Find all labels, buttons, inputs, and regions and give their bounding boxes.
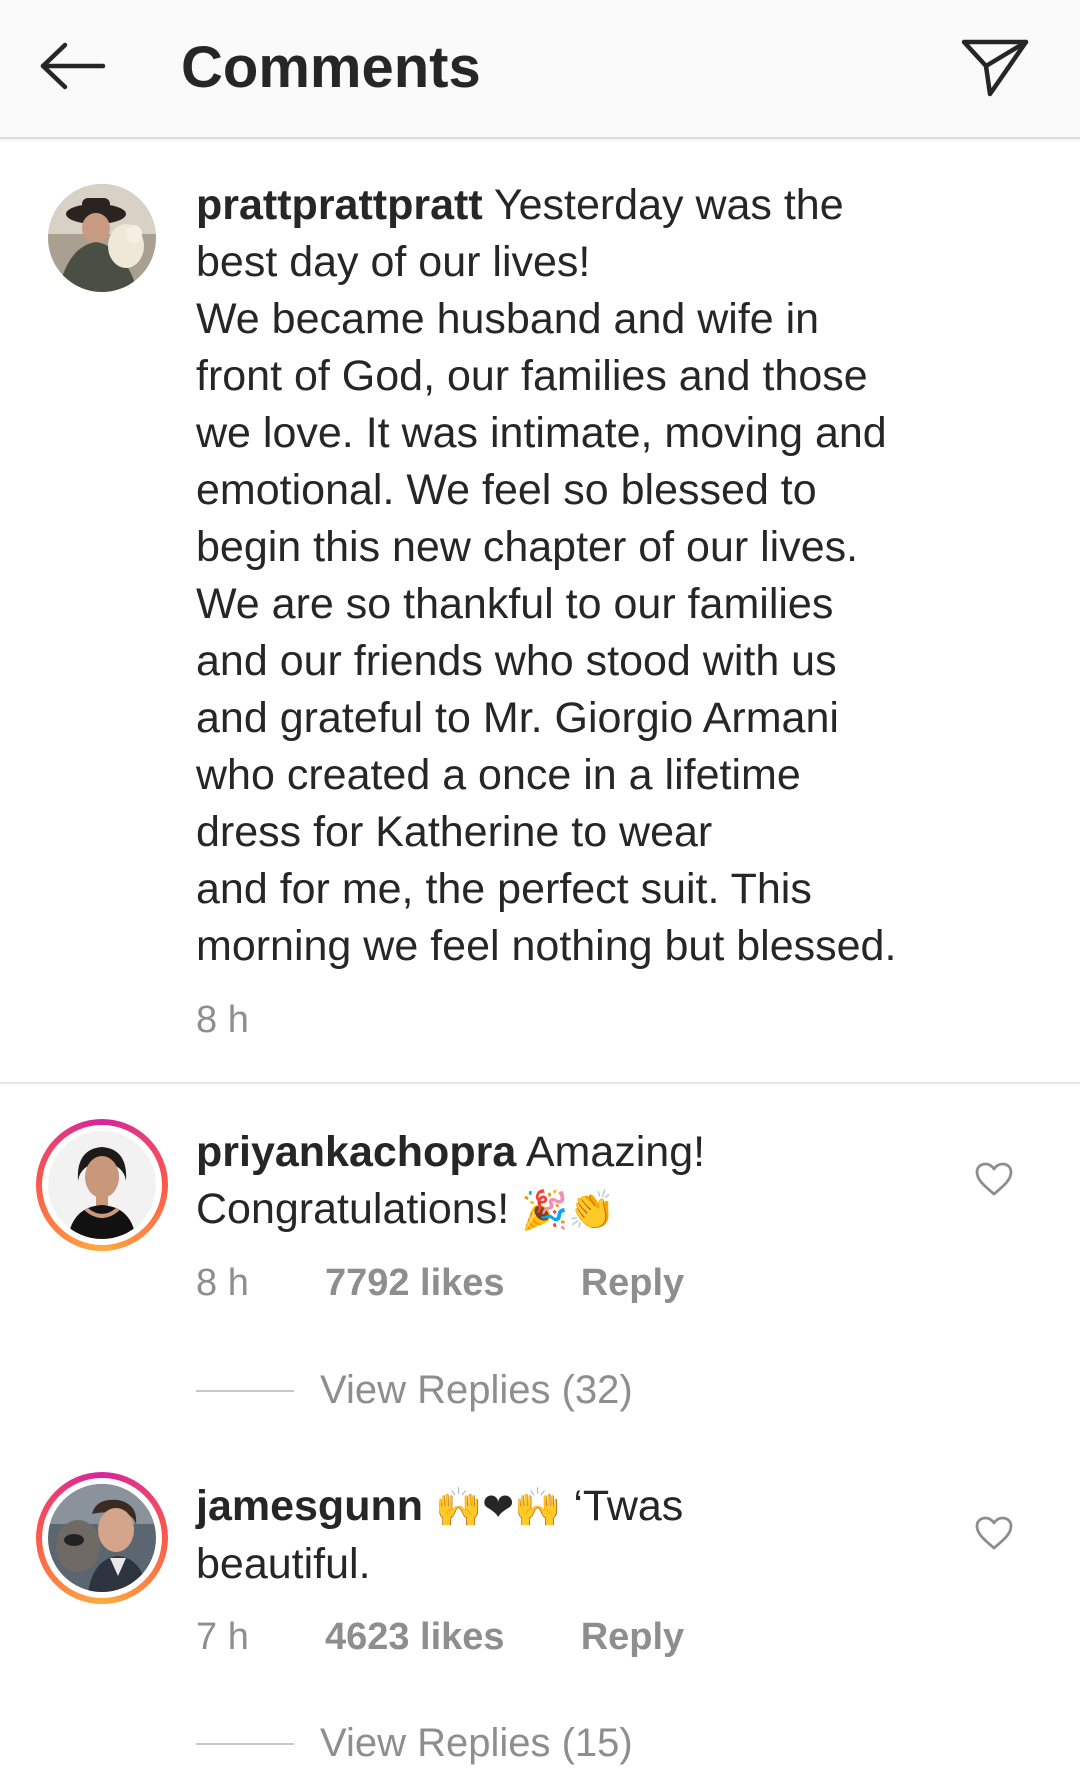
divider xyxy=(196,1742,294,1745)
comment-timestamp: 8 h xyxy=(196,1262,249,1304)
caption-line: best day of our lives! xyxy=(196,238,591,286)
avatar-image xyxy=(48,1484,156,1592)
arrow-left-icon xyxy=(40,42,106,90)
story-ring[interactable] xyxy=(36,1119,168,1251)
post-author-username[interactable]: prattprattpratt xyxy=(196,181,483,229)
comment-text: jamesgunn 🙌❤🙌 ‘Twas beautiful. xyxy=(196,1478,936,1593)
comment-username[interactable]: priyankachopra xyxy=(196,1128,516,1176)
view-replies-button[interactable]: View Replies (15) xyxy=(196,1721,633,1766)
caption-line: and grateful to Mr. Giorgio Armani xyxy=(196,694,839,742)
post-caption: prattprattpratt Yesterday was the best d… xyxy=(196,177,1016,975)
caption-line: We became husband and wife in xyxy=(196,295,820,343)
like-button[interactable] xyxy=(964,1149,1024,1209)
caption-line: who created a once in a lifetime xyxy=(196,751,801,799)
caption-line: emotional. We feel so blessed to xyxy=(196,466,817,514)
party-clap-emoji: 🎉👏 xyxy=(521,1188,616,1232)
view-replies-label: View Replies (15) xyxy=(320,1721,633,1765)
avatar-image xyxy=(48,184,156,292)
heart-icon xyxy=(975,1516,1013,1550)
reply-button[interactable]: Reply xyxy=(581,1262,684,1304)
comment-username[interactable]: jamesgunn xyxy=(196,1482,423,1530)
comment-body: Congratulations! xyxy=(196,1185,510,1233)
story-ring[interactable] xyxy=(36,1472,168,1604)
caption-line: and our friends who stood with us xyxy=(196,637,837,685)
likes-count[interactable]: 7792 likes xyxy=(325,1262,505,1304)
divider xyxy=(196,1389,294,1392)
likes-count[interactable]: 4623 likes xyxy=(325,1616,505,1658)
caption-line: begin this new chapter of our lives. xyxy=(196,523,859,571)
caption-line: we love. It was intimate, moving and xyxy=(196,409,887,457)
share-button[interactable] xyxy=(950,22,1040,112)
view-replies-button[interactable]: View Replies (32) xyxy=(196,1368,633,1413)
raised-hands-heart-emoji: 🙌❤🙌 xyxy=(434,1485,562,1529)
post-timestamp: 8 h xyxy=(196,999,249,1041)
comment-body: ‘Twas xyxy=(573,1482,684,1530)
commenter-avatar xyxy=(48,1131,156,1239)
comment-text: priyankachopra Amazing! Congratulations!… xyxy=(196,1124,936,1239)
heart-icon xyxy=(975,1162,1013,1196)
comment-body: beautiful. xyxy=(196,1540,371,1588)
post-author-avatar[interactable] xyxy=(48,184,156,292)
caption-line: morning we feel nothing but blessed. xyxy=(196,922,897,970)
page-title: Comments xyxy=(181,35,481,100)
paper-plane-icon xyxy=(961,39,1029,97)
divider xyxy=(0,1082,1080,1084)
reply-button[interactable]: Reply xyxy=(581,1616,684,1658)
caption-line: Yesterday was the xyxy=(493,181,844,229)
view-replies-label: View Replies (32) xyxy=(320,1368,633,1412)
caption-line: front of God, our families and those xyxy=(196,352,868,400)
caption-line: We are so thankful to our families xyxy=(196,580,834,628)
comment-timestamp: 7 h xyxy=(196,1616,249,1658)
comment-meta: 8 h 7792 likes Reply xyxy=(196,1258,684,1308)
avatar-image xyxy=(48,1131,156,1239)
post-meta: 8 h xyxy=(196,995,249,1045)
comment-meta: 7 h 4623 likes Reply xyxy=(196,1612,684,1662)
like-button[interactable] xyxy=(964,1503,1024,1563)
header-bar: Comments xyxy=(0,0,1080,139)
back-button[interactable] xyxy=(28,26,118,106)
caption-line: dress for Katherine to wear xyxy=(196,808,713,856)
caption-line: and for me, the perfect suit. This xyxy=(196,865,812,913)
commenter-avatar xyxy=(48,1484,156,1592)
comment-body: Amazing! xyxy=(525,1128,706,1176)
